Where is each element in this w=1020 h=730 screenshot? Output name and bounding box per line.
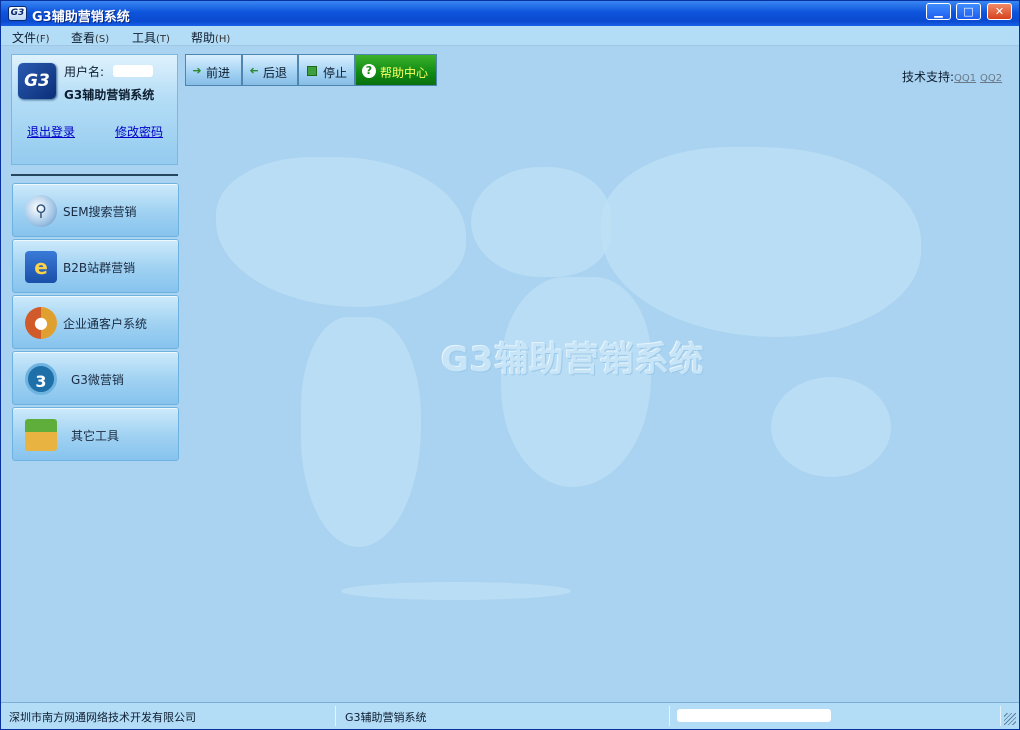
minimize-button[interactable]: ▁ xyxy=(926,3,951,20)
nav-crm-button[interactable]: ● 企业通客户系统 xyxy=(12,295,179,349)
forward-button[interactable]: ➜ 前进 xyxy=(185,54,242,86)
title-bar[interactable]: G3 G3辅助营销系统 ▁ □ ✕ xyxy=(1,1,1019,26)
status-divider xyxy=(335,706,336,726)
status-bar: 深圳市南方网通网络技术开发有限公司 G3辅助营销系统 xyxy=(1,702,1019,729)
browser-toolbar: ➜ 前进 ➜ 后退 停止 ? 帮助中心 xyxy=(185,54,437,86)
resize-grip-icon[interactable] xyxy=(1004,713,1016,725)
browser-e-icon: e xyxy=(25,251,57,283)
username-label: 用户名: xyxy=(64,65,105,79)
nav-sem-label: SEM搜索营销 xyxy=(63,205,137,219)
menu-file-accel: (F) xyxy=(36,34,50,45)
help-center-label: 帮助中心 xyxy=(380,66,429,80)
nav-sem-button[interactable]: ⚲ SEM搜索营销 xyxy=(12,183,179,237)
map-asia-shape xyxy=(601,147,921,337)
watermark-logo-text: G3辅助营销系统 xyxy=(441,340,705,380)
user-panel: G3 用户名: G3辅助营销系统 退出登录 修改密码 xyxy=(11,54,178,165)
tech-support: 技术支持:QQ1 QQ2 xyxy=(902,68,1002,85)
support-qq1-link[interactable]: QQ1 xyxy=(954,73,976,84)
menu-tools[interactable]: 工具(T) xyxy=(132,29,170,46)
map-australia-shape xyxy=(771,377,891,477)
username-value-redacted xyxy=(113,65,153,77)
back-label: 后退 xyxy=(263,66,288,80)
menu-view-label: 查看 xyxy=(71,31,96,45)
nav-b2b-label: B2B站群营销 xyxy=(63,261,136,275)
menu-view-accel: (S) xyxy=(95,34,110,45)
app-logo-icon: G3 xyxy=(8,6,27,21)
menu-tools-accel: (T) xyxy=(156,34,170,45)
menu-file-label: 文件 xyxy=(12,31,37,45)
maximize-button[interactable]: □ xyxy=(956,3,981,20)
status-info-redacted xyxy=(677,709,831,722)
close-button[interactable]: ✕ xyxy=(987,3,1012,20)
status-app: G3辅助营销系统 xyxy=(345,711,427,724)
status-company: 深圳市南方网通网络技术开发有限公司 xyxy=(9,711,196,724)
stop-label: 停止 xyxy=(323,66,348,80)
map-antarctica-shape xyxy=(341,582,571,600)
question-mark-icon: ? xyxy=(362,64,376,78)
status-divider xyxy=(669,706,670,726)
menu-help-accel: (H) xyxy=(215,34,231,45)
main-area: G3辅助营销系统 G3 用户名: G3辅助营销系统 退出登录 修改密码 ⚲ SE… xyxy=(1,47,1019,702)
status-divider xyxy=(1000,706,1001,726)
menu-file[interactable]: 文件(F) xyxy=(12,29,50,46)
window-title: G3辅助营销系统 xyxy=(32,10,130,25)
nav-b2b-button[interactable]: e B2B站群营销 xyxy=(12,239,179,293)
map-north-america-shape xyxy=(216,157,466,307)
menu-help-label: 帮助 xyxy=(191,31,216,45)
map-south-america-shape xyxy=(301,317,421,547)
menu-view[interactable]: 查看(S) xyxy=(71,29,109,46)
menu-tools-label: 工具 xyxy=(132,31,157,45)
g3-play-icon: 3 xyxy=(25,363,57,395)
help-center-button[interactable]: ? 帮助中心 xyxy=(355,54,437,86)
menu-bar: 文件(F) 查看(S) 工具(T) 帮助(H) xyxy=(1,26,1019,46)
g3-logo-icon: G3 xyxy=(18,63,56,99)
nav-tools-label: 其它工具 xyxy=(71,429,120,443)
search-magnifier-icon: ⚲ xyxy=(25,195,57,227)
nav-crm-label: 企业通客户系统 xyxy=(63,317,148,331)
nav-g3-button[interactable]: 3 G3微营销 xyxy=(12,351,179,405)
change-password-link[interactable]: 修改密码 xyxy=(115,123,163,140)
nav-g3-label: G3微营销 xyxy=(71,373,124,387)
arrow-right-icon: ➜ xyxy=(192,64,202,77)
logout-link[interactable]: 退出登录 xyxy=(27,123,75,140)
stop-button[interactable]: 停止 xyxy=(298,54,355,86)
map-africa-shape xyxy=(501,277,651,487)
nav-tools-button[interactable]: 其它工具 xyxy=(12,407,179,461)
user-panel-app-name: G3辅助营销系统 xyxy=(64,88,155,102)
menu-help[interactable]: 帮助(H) xyxy=(191,29,230,46)
stop-square-icon xyxy=(307,66,317,76)
back-button[interactable]: ➜ 后退 xyxy=(242,54,298,86)
forward-label: 前进 xyxy=(206,66,231,80)
support-qq2-link[interactable]: QQ2 xyxy=(980,73,1002,84)
app-window: G3 G3辅助营销系统 ▁ □ ✕ 文件(F) 查看(S) 工具(T) 帮助(H… xyxy=(0,0,1020,730)
arrow-left-icon: ➜ xyxy=(249,64,259,77)
sidebar-divider xyxy=(11,174,178,176)
toolbox-icon xyxy=(25,419,57,451)
map-europe-shape xyxy=(471,167,611,277)
tech-support-label: 技术支持: xyxy=(902,70,955,84)
users-icon: ● xyxy=(25,307,57,339)
